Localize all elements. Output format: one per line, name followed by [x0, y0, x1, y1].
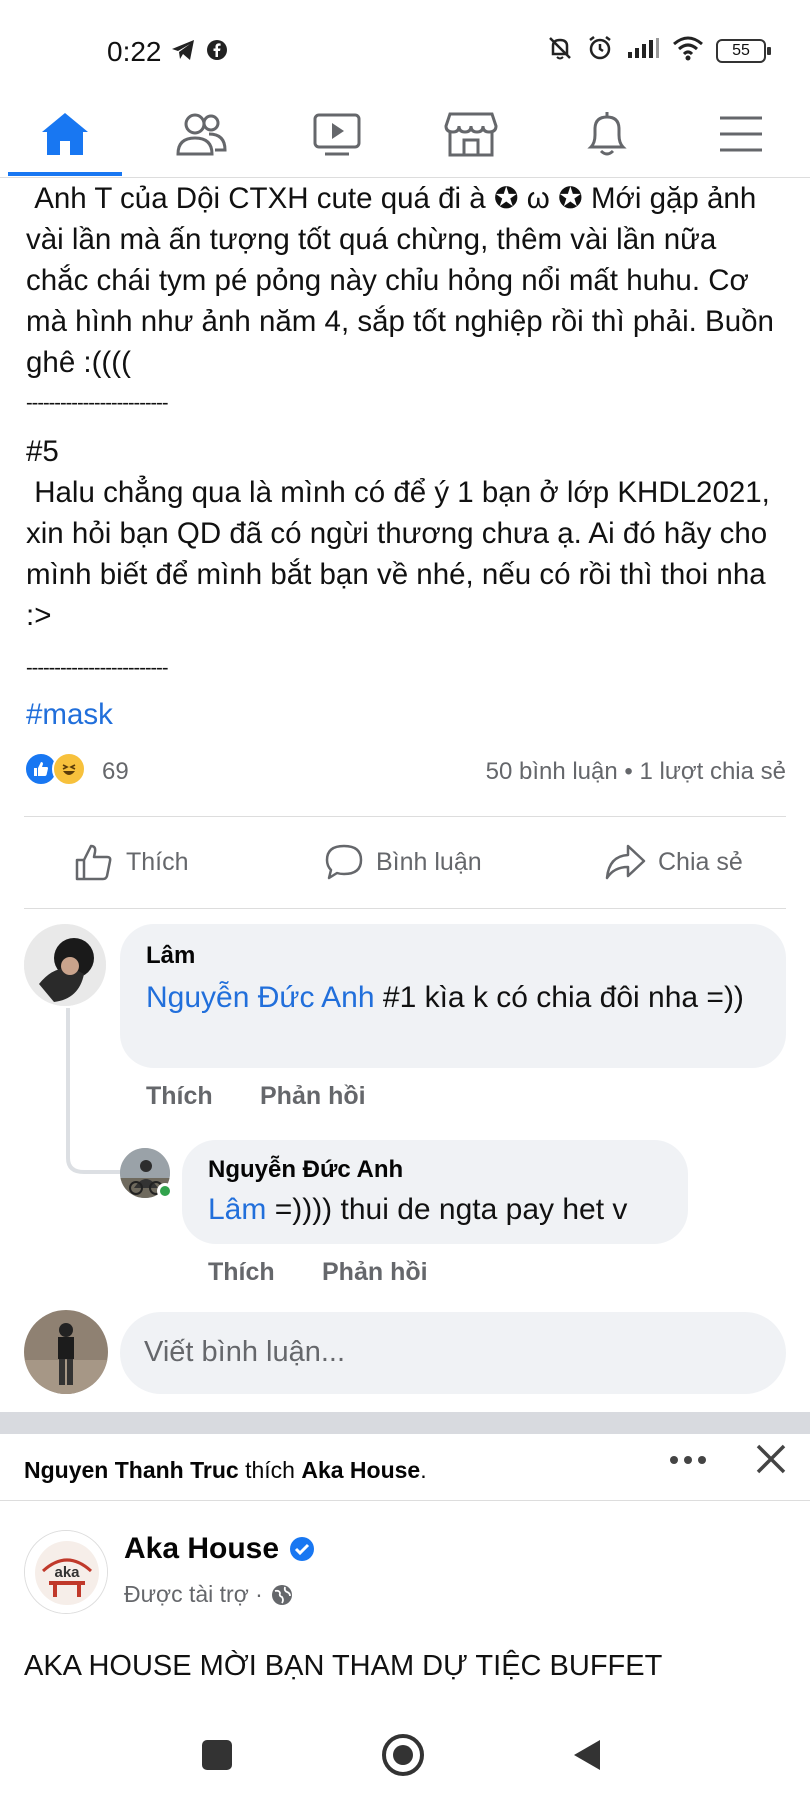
friends-icon — [176, 113, 227, 156]
back-triangle-icon — [574, 1740, 600, 1770]
separator: ------------------------- — [26, 657, 169, 679]
liked-suffix: . — [420, 1457, 427, 1483]
facebook-notif-icon — [206, 39, 228, 66]
status-bar: 0:22 55 — [0, 0, 810, 100]
globe-icon — [271, 1584, 292, 1605]
wifi-icon — [672, 35, 704, 66]
tab-watch[interactable] — [292, 102, 382, 166]
ad-headline: AKA HOUSE MỜI BẠN THAM DỰ TIỆC BUFFET — [24, 1650, 663, 1682]
divider — [0, 1500, 810, 1501]
like-label: Thích — [126, 847, 189, 876]
liker-action: thích — [238, 1457, 302, 1483]
separator: ------------------------- — [26, 392, 169, 414]
comment-body: =)))) thui de ngta pay het v — [266, 1193, 628, 1226]
divider — [24, 908, 786, 909]
page-name-row: Aka House — [124, 1532, 315, 1566]
system-nav-bar — [0, 1700, 810, 1800]
active-tab-indicator — [8, 172, 122, 176]
mute-bell-icon — [546, 34, 574, 67]
comment-reply-link[interactable]: Phản hồi — [260, 1082, 366, 1111]
write-comment-input[interactable]: Viết bình luận... — [120, 1312, 786, 1394]
sponsored-text: Được tài trợ · — [124, 1581, 263, 1607]
comment-like-link[interactable]: Thích — [146, 1082, 213, 1111]
home-dot-icon — [393, 1745, 413, 1765]
comment-bubble[interactable]: Lâm Nguyễn Đức Anh #1 kìa k có chia đôi … — [120, 924, 786, 1068]
comment-text: Nguyễn Đức Anh #1 kìa k có chia đôi nha … — [146, 978, 766, 1018]
reaction-count: 69 — [102, 758, 129, 785]
marketplace-icon — [444, 112, 498, 157]
reaction-summary[interactable]: 69 50 bình luận • 1 lượt chia sẻ — [24, 748, 786, 788]
section-number: #5 — [26, 435, 59, 468]
status-icons: 55 — [546, 34, 771, 67]
sponsored-label: Được tài trợ · — [124, 1581, 293, 1608]
comment-body: #1 kìa k có chia đôi nha =)) — [374, 981, 744, 1014]
like-button[interactable]: Thích — [74, 842, 189, 882]
reaction-icons — [24, 752, 86, 786]
close-icon — [756, 1444, 786, 1474]
share-label: Chia sẻ — [658, 847, 743, 876]
alarm-icon — [586, 34, 614, 67]
post-paragraph: Anh T của Dội CTXH cute quá đi à ✪ ω ✪ M… — [26, 182, 783, 379]
back-button[interactable] — [572, 1738, 602, 1777]
share-button[interactable]: Chia sẻ — [604, 842, 743, 882]
avatar[interactable] — [24, 924, 106, 1006]
tab-friends[interactable] — [156, 102, 246, 166]
mention-link[interactable]: Lâm — [208, 1193, 266, 1226]
divider — [24, 816, 786, 817]
bell-icon — [587, 112, 627, 156]
page-name[interactable]: Aka House — [124, 1532, 279, 1566]
top-nav-bar — [0, 92, 810, 178]
comment-share-stats[interactable]: 50 bình luận • 1 lượt chia sẻ — [486, 758, 786, 786]
social-context: Nguyen Thanh Truc thích Aka House. — [24, 1457, 427, 1484]
feed-separator — [0, 1412, 810, 1434]
mention-link[interactable]: Nguyễn Đức Anh — [146, 981, 375, 1014]
svg-text:aka: aka — [54, 1564, 80, 1581]
hide-post-button[interactable] — [754, 1442, 788, 1481]
comment-bubble[interactable]: Nguyễn Đức Anh Lâm =)))) thui de ngta pa… — [182, 1140, 688, 1244]
home-button[interactable] — [382, 1734, 424, 1776]
menu-icon — [720, 116, 762, 152]
online-status-dot — [157, 1183, 173, 1199]
write-comment-placeholder: Viết bình luận... — [144, 1336, 346, 1368]
comment-button[interactable]: Bình luận — [324, 842, 482, 882]
liker-name[interactable]: Nguyen Thanh Truc — [24, 1457, 239, 1483]
hashtag-link[interactable]: #mask — [26, 694, 786, 735]
section-text: Halu chẳng qua là mình có để ý 1 bạn ở l… — [26, 476, 779, 632]
tab-notifications[interactable] — [562, 102, 652, 166]
share-arrow-icon — [605, 844, 646, 880]
comment-label: Bình luận — [376, 847, 482, 876]
recents-button[interactable] — [202, 1740, 232, 1770]
post-actions: Thích Bình luận Chia sẻ — [24, 818, 786, 910]
verified-badge-icon — [290, 1537, 315, 1561]
home-icon — [42, 113, 88, 155]
my-avatar[interactable] — [24, 1310, 108, 1394]
comment-like-link[interactable]: Thích — [208, 1258, 275, 1287]
tab-home[interactable] — [20, 102, 110, 166]
comment-author[interactable]: Nguyễn Đức Anh — [208, 1156, 403, 1184]
thumbs-up-icon — [75, 844, 112, 881]
comment-author[interactable]: Lâm — [146, 942, 195, 970]
more-dots-icon — [670, 1456, 706, 1464]
haha-reaction-icon — [52, 752, 86, 786]
page-avatar[interactable]: aka — [24, 1530, 108, 1614]
telegram-icon — [170, 38, 196, 67]
comment-reply-link[interactable]: Phản hồi — [322, 1258, 428, 1287]
signal-icon — [626, 36, 660, 65]
tab-menu[interactable] — [696, 102, 786, 166]
watch-icon — [313, 113, 361, 156]
comment-text: Lâm =)))) thui de ngta pay het v — [208, 1190, 678, 1230]
ad-text: AKA HOUSE MỜI BẠN THAM DỰ TIỆC BUFFET — [24, 1646, 784, 1698]
more-options-button[interactable] — [670, 1456, 706, 1464]
battery-icon: 55 — [716, 38, 771, 63]
comment-bubble-icon — [325, 844, 363, 880]
status-time: 0:22 — [107, 36, 162, 67]
liked-page-link[interactable]: Aka House — [301, 1457, 420, 1483]
tab-marketplace[interactable] — [426, 102, 516, 166]
post-body: Anh T của Dội CTXH cute quá đi à ✪ ω ✪ M… — [26, 178, 786, 735]
